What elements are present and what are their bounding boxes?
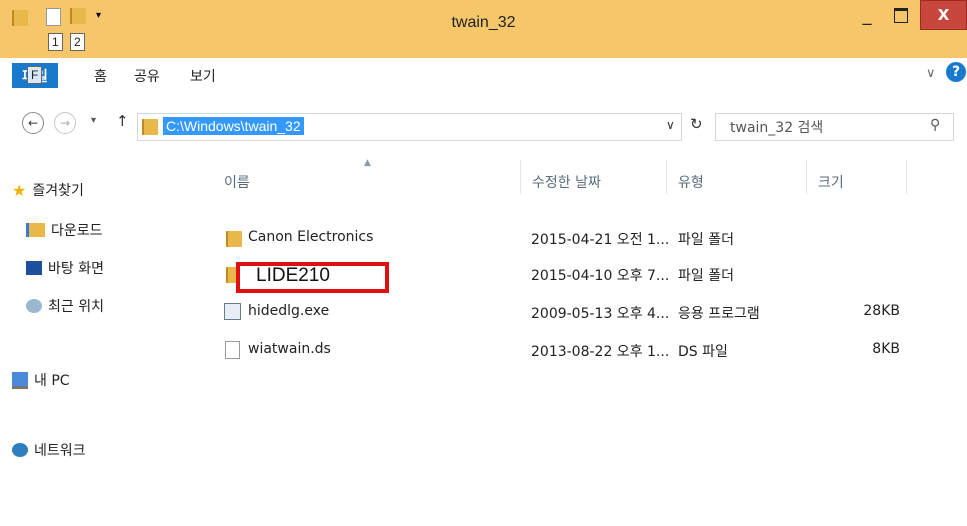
column-header-modified[interactable]: 수정한 날짜: [532, 172, 601, 192]
keytip-1: 1: [48, 33, 63, 51]
maximize-icon: [894, 7, 908, 23]
explorer-window: twain_32 ▾ 1 2 _ X 파일 F 홈 공유 보기 H S V ∨ …: [0, 0, 967, 526]
address-dropdown-icon[interactable]: ∨: [666, 118, 675, 132]
folder-icon: [226, 231, 242, 247]
column-divider[interactable]: [666, 160, 667, 194]
nav-desktop-label: 바탕 화면: [48, 261, 104, 277]
back-button[interactable]: ←: [22, 112, 44, 134]
recent-locations-icon[interactable]: ▾: [91, 115, 96, 126]
recent-places-icon: [26, 299, 42, 313]
navigation-pane: ★ 즐겨찾기 다운로드 바탕 화면 최근 위치 내 PC 네트워크: [0, 148, 205, 526]
nav-favorites-label: 즐겨찾기: [32, 183, 84, 199]
file-modified: 2015-04-10 오후 7...: [531, 268, 670, 284]
close-button[interactable]: X: [920, 0, 967, 30]
file-row[interactable]: wiatwain.ds 2013-08-22 오후 1... DS 파일 8KB: [220, 338, 910, 362]
address-folder-icon: [142, 119, 158, 135]
file-modified: 2009-05-13 오후 4...: [531, 306, 670, 322]
up-icon[interactable]: ↑: [116, 112, 129, 130]
file-modified: 2013-08-22 오후 1...: [531, 344, 670, 360]
nav-this-pc[interactable]: 내 PC: [12, 370, 70, 390]
nav-downloads[interactable]: 다운로드: [26, 220, 103, 240]
new-folder-icon[interactable]: [70, 8, 86, 24]
file-type: 파일 폴더: [678, 268, 734, 284]
window-title: twain_32: [451, 14, 516, 31]
file-row[interactable]: hidedlg.exe 2009-05-13 오후 4... 응용 프로그램 2…: [220, 300, 910, 324]
nav-recent-label: 최근 위치: [48, 299, 104, 315]
refresh-icon[interactable]: ↻: [690, 115, 703, 133]
column-divider[interactable]: [906, 160, 907, 194]
file-name: Canon Electronics: [248, 229, 374, 245]
nav-network-label: 네트워크: [34, 443, 86, 459]
nav-network[interactable]: 네트워크: [12, 440, 86, 460]
file-type: 파일 폴더: [678, 232, 734, 248]
nav-favorites[interactable]: ★ 즐겨찾기: [12, 180, 84, 200]
computer-icon: [12, 371, 28, 389]
network-icon: [12, 443, 28, 457]
customize-toolbar-icon[interactable]: ▾: [96, 10, 101, 21]
nav-recent[interactable]: 최근 위치: [26, 296, 104, 316]
address-path[interactable]: C:\Windows\twain_32: [163, 117, 304, 135]
help-icon[interactable]: ?: [946, 62, 966, 82]
sort-indicator-icon: ▲: [364, 158, 371, 168]
keytip-file: F: [27, 66, 43, 84]
file-type: DS 파일: [678, 344, 728, 360]
tab-home[interactable]: 홈: [94, 66, 107, 86]
nav-desktop[interactable]: 바탕 화면: [26, 258, 104, 278]
tab-share[interactable]: 공유: [134, 66, 160, 86]
expand-ribbon-icon[interactable]: ∨: [926, 66, 936, 81]
downloads-icon: [26, 223, 45, 237]
column-divider[interactable]: [806, 160, 807, 194]
properties-icon[interactable]: [46, 8, 61, 26]
file-size: 28KB: [863, 303, 900, 319]
file-name: hidedlg.exe: [248, 303, 330, 319]
application-icon: [224, 303, 241, 320]
file-size: 8KB: [872, 341, 900, 357]
maximize-button[interactable]: [886, 0, 916, 30]
file-name: wiatwain.ds: [248, 341, 331, 357]
forward-button[interactable]: →: [54, 112, 76, 134]
keytip-2: 2: [70, 33, 85, 51]
desktop-icon: [26, 261, 42, 275]
column-header-name[interactable]: 이름: [224, 172, 250, 192]
file-modified: 2015-04-21 오전 1...: [531, 232, 670, 248]
star-icon: ★: [12, 180, 27, 200]
file-name[interactable]: LIDE210: [256, 265, 330, 287]
column-header-size[interactable]: 크기: [818, 172, 844, 192]
nav-downloads-label: 다운로드: [51, 223, 103, 239]
search-icon[interactable]: ⚲: [930, 117, 940, 133]
folder-icon: [12, 10, 28, 26]
minimize-button[interactable]: _: [852, 0, 882, 30]
column-divider[interactable]: [520, 160, 521, 194]
file-row[interactable]: Canon Electronics 2015-04-21 오전 1... 파일 …: [220, 226, 910, 250]
title-bar: twain_32: [0, 0, 967, 58]
file-icon: [225, 341, 240, 359]
column-header-type[interactable]: 유형: [678, 172, 704, 192]
search-input[interactable]: twain_32 검색: [730, 117, 823, 137]
tab-view[interactable]: 보기: [190, 66, 216, 86]
nav-this-pc-label: 내 PC: [34, 373, 70, 389]
file-type: 응용 프로그램: [678, 306, 760, 322]
